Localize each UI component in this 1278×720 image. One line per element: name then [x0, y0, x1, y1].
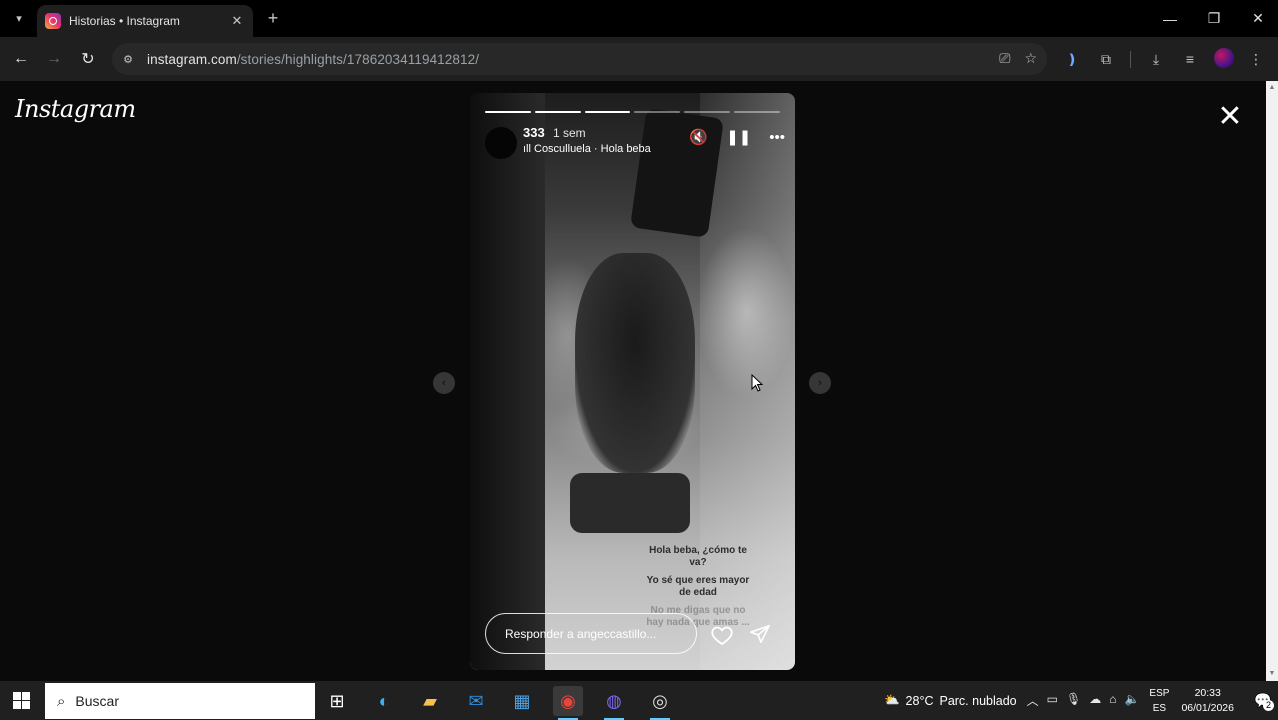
edge-icon[interactable]: ◐	[369, 686, 399, 716]
page-scrollbar[interactable]: ▲ ▼	[1266, 81, 1278, 681]
messenger-icon[interactable]: ◍	[599, 686, 629, 720]
reload-icon[interactable]: ↻	[77, 48, 99, 70]
forward-icon[interactable]: →	[43, 48, 65, 70]
menu-kebab-icon[interactable]: ⋮	[1246, 49, 1266, 69]
story-timestamp: 1 sem	[553, 126, 586, 140]
send-direct-icon[interactable]	[749, 623, 771, 645]
weather-cloud-icon: ⛅	[883, 693, 900, 707]
system-tray: ⛅ 28°C Parc. nublado ︿ ▭ 🎙 ☁ ⌂ 🔈 ESP ES …	[884, 681, 1278, 720]
tab-search-icon[interactable]: ▾	[8, 7, 30, 29]
progress-segment	[734, 111, 780, 113]
weather-temp: 28°C	[905, 693, 934, 708]
window-close-icon[interactable]: ✕	[1236, 0, 1278, 37]
profile-avatar[interactable]	[1214, 48, 1234, 68]
instagram-logo[interactable]: Instagram	[15, 95, 136, 123]
progress-segment	[534, 111, 581, 113]
volume-icon[interactable]: 🔈	[1124, 692, 1139, 709]
toolbar-divider	[1130, 51, 1131, 68]
obs-icon[interactable]: ◎	[645, 686, 675, 720]
store-icon[interactable]: ▦	[507, 686, 537, 716]
taskbar-clock[interactable]: 20:33 06/01/2026	[1181, 686, 1234, 716]
windows-taskbar: ⌕ Buscar ⊞ ◐ ▰ ✉ ▦ ◉ ◍ ◎ ⛅ 28°C Parc. nu…	[0, 681, 1278, 720]
tab-strip: ▾ Historias • Instagram ✕ + — ❐ ✕	[0, 0, 1278, 37]
extensions-puzzle-icon[interactable]: ⧉	[1096, 49, 1116, 69]
url-text[interactable]: instagram.com/stories/highlights/1786203…	[147, 52, 479, 67]
tab-instagram[interactable]: Historias • Instagram ✕	[37, 5, 253, 37]
story-progress-bar	[485, 111, 780, 113]
media-control-icon[interactable]: ≡	[1180, 49, 1200, 69]
like-heart-icon[interactable]	[710, 623, 734, 647]
next-story-icon[interactable]: ›	[809, 372, 831, 394]
outlook-icon[interactable]: ✉	[461, 686, 491, 716]
lyrics-line: Hola beba, ¿cómo te va?	[649, 545, 747, 568]
tab-close-icon[interactable]: ✕	[229, 13, 245, 29]
lyrics-line: Yo sé que eres mayor de edad	[646, 575, 750, 598]
music-bars-icon: ıll	[523, 143, 534, 155]
task-view-icon[interactable]: ⊞	[322, 686, 352, 716]
extension-ai-icon[interactable]: ❫	[1062, 49, 1082, 69]
pause-icon[interactable]: ❚❚	[726, 128, 751, 146]
weather-widget[interactable]: ⛅ 28°C Parc. nublado	[884, 693, 1017, 708]
progress-segment	[485, 111, 531, 113]
browser-toolbar: ← → ↻ ⚙ instagram.com/stories/highlights…	[0, 37, 1278, 81]
story-music[interactable]: ıll Cosculluela · Hola beba	[523, 143, 651, 155]
story-header: 333 1 sem ıll Cosculluela · Hola beba 🔇 …	[485, 124, 785, 164]
story-username[interactable]: 333	[523, 125, 545, 140]
search-icon: ⌕	[57, 692, 66, 710]
download-icon[interactable]: ⤓	[1146, 49, 1166, 69]
install-app-icon[interactable]: ⎚	[999, 50, 1010, 67]
mouse-cursor-icon	[751, 374, 763, 392]
more-icon[interactable]: •••	[769, 129, 785, 146]
tab-title: Historias • Instagram	[69, 14, 180, 28]
progress-segment	[684, 111, 731, 113]
minimize-icon[interactable]: —	[1148, 0, 1192, 37]
close-story-icon[interactable]: ✕	[1214, 102, 1246, 134]
site-info-icon[interactable]: ⚙	[120, 51, 136, 67]
weather-desc: Parc. nublado	[939, 693, 1017, 708]
previous-story-icon[interactable]: ‹	[433, 372, 455, 394]
story-photo-background	[470, 93, 545, 670]
windows-start-icon[interactable]	[13, 692, 30, 709]
reply-input[interactable]: Responder a angeccastillo...	[485, 613, 697, 654]
address-bar[interactable]: ⚙ instagram.com/stories/highlights/17862…	[112, 43, 1047, 75]
scroll-down-icon[interactable]: ▼	[1268, 670, 1276, 678]
taskbar-search-placeholder: Buscar	[75, 693, 119, 709]
mute-icon[interactable]: 🔇	[689, 128, 708, 146]
tray-chevron-icon[interactable]: ︿	[1027, 692, 1039, 709]
bookmark-star-icon[interactable]: ☆	[1024, 50, 1037, 67]
onedrive-icon[interactable]: ☁	[1089, 692, 1101, 709]
input-language[interactable]: ESP ES	[1149, 686, 1169, 716]
mic-icon[interactable]: 🎙	[1066, 692, 1081, 709]
meet-icon[interactable]: ▭	[1047, 692, 1058, 709]
story-photo-shorts	[570, 473, 690, 533]
taskbar-search[interactable]: ⌕ Buscar	[45, 683, 315, 719]
story-user-avatar[interactable]	[485, 127, 517, 159]
notification-center-icon[interactable]: 💬 2	[1248, 681, 1278, 720]
progress-segment	[634, 111, 681, 113]
restore-icon[interactable]: ❐	[1192, 0, 1236, 37]
new-tab-icon[interactable]: +	[262, 8, 284, 29]
story-photo-subject	[575, 253, 695, 473]
scroll-up-icon[interactable]: ▲	[1268, 84, 1276, 92]
network-icon[interactable]: ⌂	[1109, 692, 1116, 709]
chrome-icon[interactable]: ◉	[553, 686, 583, 720]
story-media[interactable]: 333 1 sem ıll Cosculluela · Hola beba 🔇 …	[470, 93, 795, 670]
back-icon[interactable]: ←	[10, 48, 32, 70]
instagram-story-viewer: Instagram ✕ ‹ › 333 1 sem ıll Cosculluel…	[0, 81, 1266, 681]
file-explorer-icon[interactable]: ▰	[415, 686, 445, 716]
progress-segment	[584, 111, 631, 113]
instagram-favicon-icon	[45, 13, 61, 29]
